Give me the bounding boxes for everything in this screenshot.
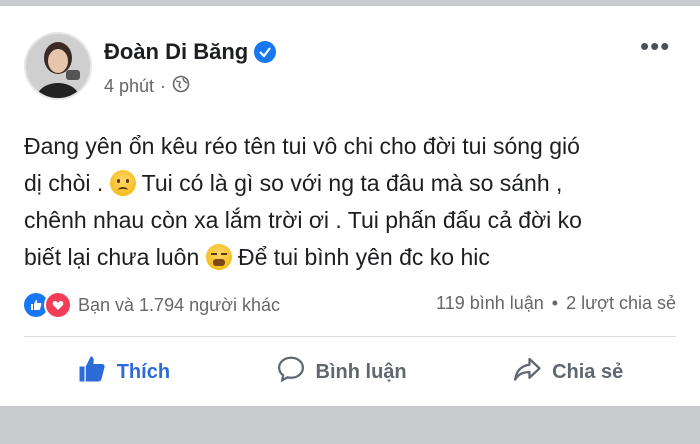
comment-bubble-icon <box>276 354 306 390</box>
comment-label: Bình luận <box>315 360 407 383</box>
engagement-counts: 119 bình luận • 2 lượt chia sẻ <box>436 293 676 314</box>
author-name[interactable]: Đoàn Di Băng <box>104 39 248 65</box>
post-text-fragment: Tui có là gì so với ng ta đâu mà so sánh… <box>141 170 563 196</box>
count-separator: • <box>551 293 559 313</box>
divider <box>24 336 676 337</box>
like-button[interactable]: Thích <box>77 354 170 390</box>
post-text-fragment: Để tui bình yên đc ko hic <box>238 244 490 270</box>
reaction-count: Bạn và 1.794 người khác <box>78 294 280 315</box>
post-time[interactable]: 4 phút <box>104 76 154 97</box>
post-text-line: Đang yên ổn kêu réo tên tui vô chi cho đ… <box>24 133 580 159</box>
comment-button[interactable]: Bình luận <box>276 354 407 390</box>
post-actions: Thích Bình luận Chia sẻ <box>24 346 676 398</box>
sad-face-emoji-icon <box>109 170 136 196</box>
share-arrow-icon <box>512 354 542 390</box>
like-label: Thích <box>116 360 171 383</box>
share-button[interactable]: Chia sẻ <box>512 354 623 390</box>
globe-icon <box>172 75 190 98</box>
thumbs-up-icon <box>77 354 107 390</box>
post-text: Đang yên ổn kêu réo tên tui vô chi cho đ… <box>24 128 684 276</box>
post-text-line: chênh nhau còn xa lắm trời ơi . Tui phấn… <box>24 207 582 233</box>
background-strip <box>0 406 700 444</box>
post-card: Đoàn Di Băng 4 phút · ••• Đang yên ổn kê… <box>0 6 700 406</box>
share-label: Chia sẻ <box>552 360 624 383</box>
meta-separator: · <box>160 76 167 96</box>
love-reaction-icon <box>44 291 72 319</box>
author-name-row: Đoàn Di Băng <box>104 39 277 65</box>
tired-face-emoji-icon <box>205 244 232 270</box>
post-meta: 4 phút · <box>104 75 190 98</box>
post-text-line: biết lại chưa luôn Để tui bình yên đc ko… <box>24 239 684 276</box>
post-text-fragment: dị chòi . <box>24 170 104 196</box>
post-text-fragment: biết lại chưa luôn <box>24 244 200 270</box>
avatar[interactable] <box>24 32 92 100</box>
comment-count[interactable]: 119 bình luận <box>436 293 544 314</box>
more-options-icon[interactable]: ••• <box>640 33 670 59</box>
share-count[interactable]: 2 lượt chia sẻ <box>566 293 676 314</box>
reaction-summary[interactable]: Bạn và 1.794 người khác <box>22 291 280 319</box>
post-text-line: dị chòi . Tui có là gì so với ng ta đâu … <box>24 165 684 202</box>
verified-badge-icon <box>254 41 277 63</box>
